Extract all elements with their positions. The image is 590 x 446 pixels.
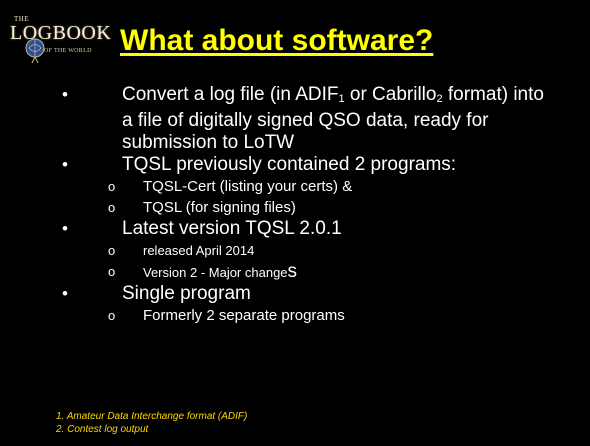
bullet-item: • Single program	[62, 283, 552, 305]
sub-bullet-marker: o	[108, 179, 116, 194]
logo-sub-text: OF THE WORLD	[44, 48, 92, 54]
bullet-item: • Convert a log file (in ADIF1 or Cabril…	[62, 84, 552, 154]
bullet-marker: •	[62, 85, 68, 104]
bullet-text: Latest version TQSL 2.0.1	[122, 218, 342, 239]
bullet-text-part: Convert a log file (in ADIF	[122, 84, 339, 105]
bullet-marker: •	[62, 155, 68, 174]
bullet-text-part: or Cabrillo	[344, 84, 437, 105]
bullet-marker: •	[62, 284, 68, 303]
sub-bullet-item: o Version 2 - Major changes	[108, 261, 590, 283]
footnote-2: 2. Contest log output	[56, 424, 149, 435]
bullet-text: Single program	[122, 283, 251, 304]
sub-bullet-marker: o	[108, 243, 116, 258]
sub-bullet-item: o TQSL (for signing files)	[108, 197, 590, 218]
sub-bullet-text: TQSL-Cert (listing your certs) &	[143, 178, 353, 195]
sub-bullet-text: Version 2 - Major change	[143, 265, 288, 280]
bullet-item: • Latest version TQSL 2.0.1	[62, 218, 552, 240]
sub-bullet-text: TQSL (for signing files)	[143, 199, 296, 216]
footnotes: 1. Amateur Data Interchange format (ADIF…	[56, 410, 247, 436]
sub-bullet-item: o Formerly 2 separate programs	[108, 305, 590, 326]
sub-bullet-marker: o	[108, 200, 116, 215]
bullet-list: • Convert a log file (in ADIF1 or Cabril…	[0, 84, 590, 326]
bullet-text: TQSL previously contained 2 programs:	[122, 154, 457, 175]
sub-bullet-text: Formerly 2 separate programs	[143, 307, 345, 324]
sub-bullet-item: o TQSL-Cert (listing your certs) &	[108, 176, 590, 197]
bullet-marker: •	[62, 219, 68, 238]
footnote-1: 1. Amateur Data Interchange format (ADIF…	[56, 411, 248, 422]
sub-bullet-marker: o	[108, 264, 116, 279]
slide-title: What about software?	[120, 24, 434, 57]
bullet-item: • TQSL previously contained 2 programs:	[62, 154, 552, 176]
logo-emblem-icon	[25, 38, 45, 64]
slide: THE LOGBOOK OF THE WORLD What about soft…	[0, 0, 590, 446]
sub-bullet-text: released April 2014	[143, 243, 255, 258]
sub-bullet-marker: o	[108, 308, 116, 323]
logbook-logo: THE LOGBOOK OF THE WORLD	[6, 10, 111, 80]
sub-bullet-item: o released April 2014	[108, 240, 590, 261]
sub-bullet-text-suffix: s	[287, 261, 298, 282]
